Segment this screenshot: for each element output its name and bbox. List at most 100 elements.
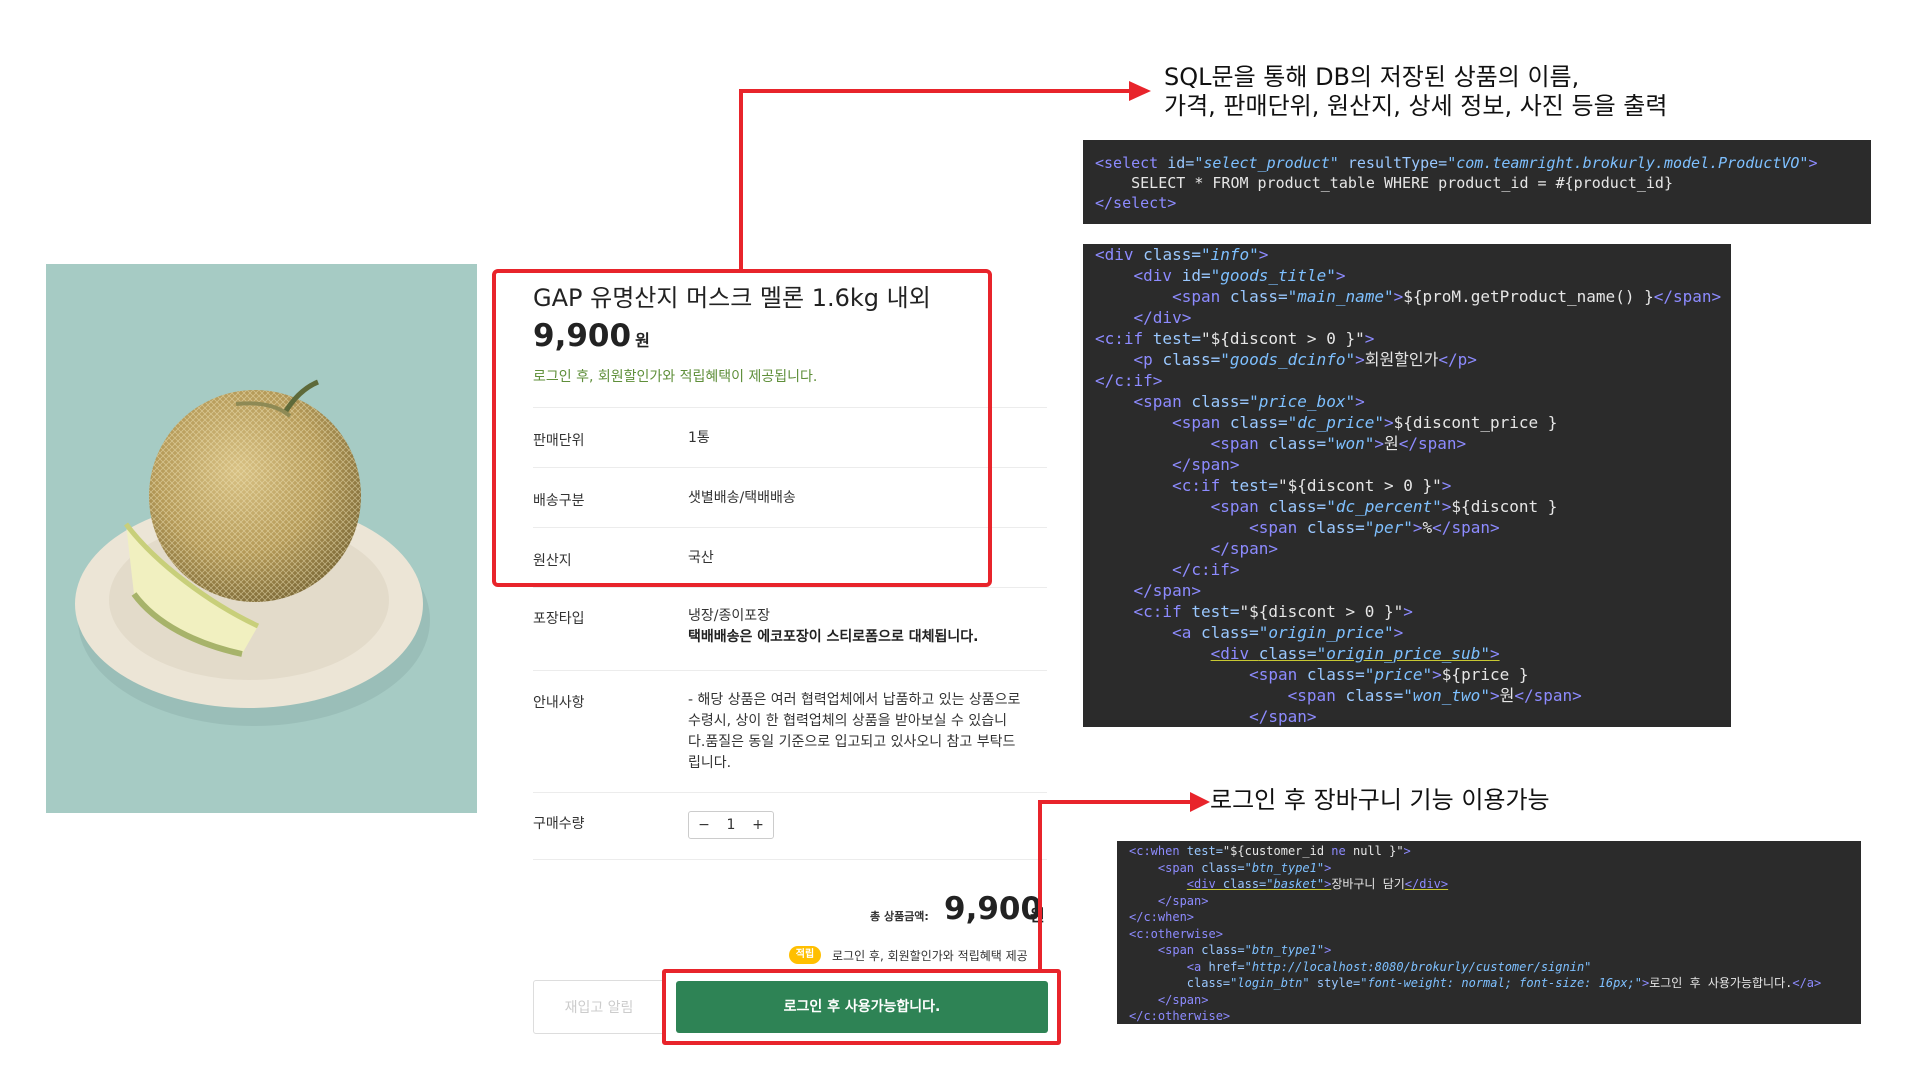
highlight-product-info: [492, 269, 992, 587]
code-token: "dc_percent": [1326, 497, 1442, 516]
quantity-decrease-button[interactable]: −: [697, 817, 711, 833]
code-token: >: [1383, 413, 1394, 432]
code-token: "font-weight: normal; font-size: 16px;": [1360, 976, 1642, 990]
code-token: class=: [1201, 860, 1245, 875]
code-token: >: [1441, 497, 1452, 516]
code-token: </div>: [1404, 877, 1449, 891]
code-token: <a: [1186, 959, 1209, 974]
code-token: </c:otherwise>: [1129, 1009, 1231, 1023]
code-token: 원: [1384, 434, 1399, 453]
code-token: >: [1355, 350, 1365, 369]
code-line: </select>: [1095, 193, 1859, 213]
code-token: class=: [1306, 518, 1365, 537]
connector-line: [1038, 800, 1042, 971]
code-line: <span class="dc_price">${discont_price }: [1095, 412, 1719, 433]
quantity-stepper[interactable]: − 1 +: [688, 811, 774, 839]
point-badge: 적립: [789, 946, 821, 964]
code-token: class=: [1200, 623, 1259, 642]
code-line: <span class="won">원</span>: [1095, 433, 1719, 454]
code-token: "goods_dcinfo": [1220, 350, 1356, 369]
code-token: resultType=: [1347, 154, 1448, 172]
code-token: <select: [1095, 154, 1168, 172]
code-token: class=: [1345, 686, 1404, 705]
code-token: <span: [1249, 665, 1307, 684]
code-token: "${discont > 0 }": [1239, 602, 1404, 621]
code-token: "${discont > 0 }": [1200, 329, 1365, 348]
code-token: </select>: [1095, 194, 1177, 212]
code-token: "goods_title": [1210, 266, 1336, 285]
row-value: - 해당 상품은 여러 협력업체에서 납품하고 있는 상품으로 수령시, 상이 …: [688, 690, 1020, 774]
code-line: <span class="btn_type1">: [1129, 942, 1849, 959]
code-token: SELECT * FROM product_table WHERE produc…: [1095, 174, 1673, 192]
annotation-line: 가격, 판매단위, 원산지, 상세 정보, 사진 등을 출력: [1164, 92, 1668, 120]
code-token: ${discont_price }: [1393, 413, 1558, 432]
row-label: 안내사항: [533, 695, 585, 711]
annotation-line: SQL문을 통해 DB의 저장된 상품의 이름,: [1164, 63, 1580, 91]
code-token: <span: [1172, 413, 1230, 432]
code-token: "${discont > 0 }": [1278, 476, 1442, 495]
code-token: "login_btn": [1230, 976, 1317, 990]
cart-code-panel: <c:when test="${customer_id ne null }"> …: [1117, 841, 1861, 1024]
code-token: >: [1364, 329, 1375, 348]
total-label: 총 상품금액:: [870, 910, 929, 923]
code-token: "won": [1326, 434, 1375, 453]
code-token: class=: [1201, 943, 1245, 957]
code-line: <div class="basket">장바구니 담기</div>: [1129, 876, 1849, 893]
code-line: <span class="price_box">: [1095, 391, 1719, 412]
code-token: >: [1324, 943, 1332, 957]
code-token: class=: [1268, 497, 1327, 516]
code-token: 장바구니 담기: [1331, 877, 1405, 891]
code-token: <span: [1133, 392, 1192, 411]
code-line: <c:otherwise>: [1129, 926, 1849, 943]
notice-line: 수령시, 상이 한 협력업체의 상품을 받아보실 수 있습니: [688, 713, 1007, 729]
code-token: <div: [1095, 245, 1144, 264]
code-line: </c:otherwise>: [1129, 1008, 1849, 1024]
code-token: <div: [1186, 877, 1223, 891]
code-token: >: [1403, 844, 1411, 858]
code-token: </c:when>: [1129, 910, 1195, 924]
code-token: class=: [1186, 976, 1231, 990]
code-token: </span>: [1653, 287, 1722, 306]
code-line: <div class="origin_price_sub">: [1095, 643, 1719, 664]
code-line: <c:if test="${discont > 0 }">: [1095, 328, 1719, 349]
code-token: >: [1441, 476, 1452, 495]
connector-line: [739, 89, 1133, 93]
code-token: >: [1258, 245, 1269, 264]
code-line: <div id="goods_title">: [1095, 265, 1719, 286]
code-token: </span>: [1514, 686, 1582, 705]
code-line: </span>: [1095, 706, 1719, 727]
restock-alert-button[interactable]: 재입고 알림: [533, 980, 665, 1034]
packaging-note: 택배배송은 에코포장이 스티로폼으로 대체됩니다.: [688, 629, 979, 645]
code-token: class=: [1258, 644, 1317, 663]
quantity-increase-button[interactable]: +: [751, 817, 765, 833]
code-token: "price": [1364, 665, 1433, 684]
jsp-code-panel: <div class="info"> <div id="goods_title"…: [1083, 244, 1731, 727]
connector-line: [739, 89, 743, 270]
code-token: </span>: [1210, 539, 1279, 558]
code-token: "per": [1364, 518, 1413, 537]
packaging-type: 냉장/종이포장: [688, 608, 770, 624]
info-row-quantity: 구매수량 − 1 +: [533, 792, 1047, 860]
code-token: test=: [1229, 476, 1279, 495]
code-line: <c:if test="${discont > 0 }">: [1095, 475, 1719, 496]
code-token: <div: [1133, 266, 1182, 285]
code-token: >: [1393, 623, 1404, 642]
code-token: <span: [1287, 686, 1346, 705]
code-line: </c:if>: [1095, 559, 1719, 580]
code-token: "select_product": [1194, 154, 1348, 172]
code-token: </div>: [1133, 308, 1192, 327]
code-token: >: [1432, 665, 1442, 684]
code-line: <a class="origin_price">: [1095, 622, 1719, 643]
code-line: </span>: [1095, 454, 1719, 475]
